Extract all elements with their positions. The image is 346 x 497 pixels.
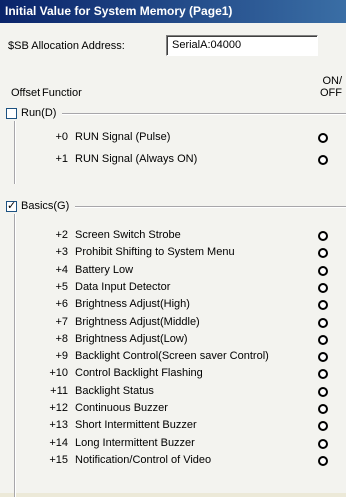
table-row: +4 Battery Low	[0, 264, 346, 278]
allocation-address-field[interactable]: SerialA:04000	[166, 35, 318, 56]
table-row: +1 RUN Signal (Always ON)	[0, 153, 346, 167]
row-label: Brightness Adjust(Low)	[75, 332, 188, 345]
status-led-icon[interactable]	[318, 404, 328, 414]
on-header-label: ON/	[322, 75, 342, 87]
window-title: Initial Value for System Memory (Page1)	[0, 0, 346, 23]
row-label: Long Intermittent Buzzer	[75, 436, 195, 449]
status-led-icon[interactable]	[318, 317, 328, 328]
table-row: +9 Backlight Control(Screen saver Control…	[0, 350, 346, 364]
offset-column-header: Offset	[11, 87, 41, 99]
table-row: +7 Brightness Adjust(Middle)	[0, 316, 346, 330]
row-offset: +12	[49, 402, 68, 414]
table-row: +0 RUN Signal (Pulse)	[0, 131, 346, 145]
status-led-icon[interactable]	[318, 438, 328, 449]
row-label: Continuous Buzzer	[75, 402, 168, 414]
run-group-header[interactable]: Run(D)	[6, 105, 63, 121]
status-led-icon[interactable]	[318, 282, 328, 293]
row-offset: +4	[55, 263, 68, 276]
run-group-checkbox[interactable]	[6, 107, 17, 119]
status-led-icon[interactable]	[318, 334, 328, 345]
row-offset: +5	[55, 280, 68, 293]
run-group-label: Run(D)	[21, 107, 57, 119]
row-label: Screen Switch Strobe	[75, 229, 181, 241]
row-label: Backlight Control(Screen saver Control)	[75, 350, 269, 363]
row-offset: +2	[55, 229, 68, 241]
row-offset: +0	[55, 131, 68, 143]
system-memory-panel: $SB Allocation Address: SerialA:04000 Of…	[0, 23, 346, 497]
table-row: +2 Screen Switch Strobe	[0, 229, 346, 243]
status-led-icon[interactable]	[318, 133, 328, 143]
status-led-icon[interactable]	[318, 248, 328, 259]
row-label: Backlight Status	[75, 384, 154, 397]
row-label: Brightness Adjust(High)	[75, 298, 190, 311]
row-label: Notification/Control of Video	[75, 453, 212, 466]
on-off-column-header: ON/ OFF	[320, 75, 342, 99]
status-led-icon[interactable]	[318, 421, 328, 432]
table-row: +3 Prohibit Shifting to System Menu	[0, 246, 346, 260]
row-label: Brightness Adjust(Middle)	[75, 315, 200, 328]
row-offset: +1	[55, 153, 68, 165]
status-led-icon[interactable]	[318, 155, 328, 165]
row-offset: +6	[55, 298, 68, 311]
row-offset: +11	[50, 384, 68, 397]
row-offset: +14	[49, 436, 68, 449]
basics-group-checkbox[interactable]: ✓	[6, 200, 17, 212]
status-led-icon[interactable]	[318, 231, 328, 241]
table-row: +5 Data Input Detector	[0, 281, 346, 295]
table-row: +13 Short Intermittent Buzzer	[0, 419, 346, 433]
run-group	[14, 113, 346, 184]
row-label: Battery Low	[75, 263, 134, 276]
row-offset: +15	[49, 453, 68, 466]
row-label: Control Backlight Flashing	[75, 367, 203, 380]
function-column-header: Functior	[42, 87, 82, 99]
table-row: +14 Long Intermittent Buzzer	[0, 437, 346, 451]
row-label: Prohibit Shifting to System Menu	[75, 246, 235, 259]
status-led-icon[interactable]	[318, 352, 328, 363]
row-label: RUN Signal (Pulse)	[75, 131, 171, 143]
row-label: Short Intermittent Buzzer	[75, 419, 197, 432]
basics-group-header[interactable]: ✓ Basics(G)	[6, 198, 76, 214]
status-led-icon[interactable]	[318, 265, 328, 276]
row-label: RUN Signal (Always ON)	[75, 153, 198, 165]
status-led-icon[interactable]	[318, 369, 328, 380]
row-label: Data Input Detector	[75, 280, 171, 293]
row-offset: +10	[49, 367, 68, 380]
row-offset: +9	[55, 350, 68, 363]
status-led-icon[interactable]	[318, 300, 328, 311]
table-row: +8 Brightness Adjust(Low)	[0, 333, 346, 347]
row-offset: +13	[49, 419, 68, 432]
allocation-address-label: $SB Allocation Address:	[8, 40, 125, 52]
table-row: +11 Backlight Status	[0, 385, 346, 399]
off-header-label: OFF	[320, 87, 342, 99]
status-led-icon[interactable]	[318, 386, 328, 397]
status-led-icon[interactable]	[318, 455, 328, 466]
table-row: +6 Brightness Adjust(High)	[0, 298, 346, 312]
row-offset: +8	[55, 332, 68, 345]
basics-group-label: Basics(G)	[21, 200, 70, 212]
table-row: +10 Control Backlight Flashing	[0, 367, 346, 381]
row-offset: +7	[55, 315, 68, 328]
table-row: +12 Continuous Buzzer	[0, 402, 346, 416]
table-row: +15 Notification/Control of Video	[0, 454, 346, 468]
row-offset: +3	[55, 246, 68, 259]
